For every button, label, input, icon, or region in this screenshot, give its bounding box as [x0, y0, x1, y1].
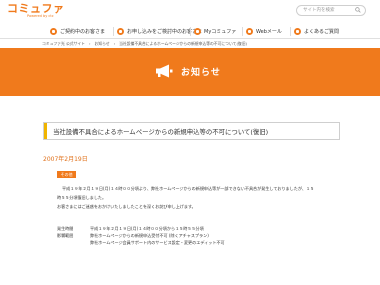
logo-text: コミュファ [7, 2, 65, 15]
article-title-box: 当社設備不具合によるホームページからの新規申込等の不可について(復旧) [43, 122, 340, 140]
detail-value: 弊社ホームページからの新規申込受付不可 (除くアチャスプラン) [90, 233, 209, 238]
global-nav: ご契約中のお客さま お申し込みをご検討中のお客さま Myコミュファ Webメール… [0, 24, 380, 39]
detail-value: 平成１９年２月１９日(月)１４時００分頃から１５時５５分頃 [90, 226, 204, 231]
mail-icon [246, 28, 253, 35]
detail-value: 弊社ホームページ会員サポート内のサービス設定・変更のエディット不可 [90, 240, 225, 245]
nav-item-label: Myコミュファ [204, 29, 237, 35]
nav-item-label: ご契約中のお客さま [60, 29, 106, 35]
site-header: コミュファ Powered by ctc サイト内を検索 [0, 0, 380, 24]
detail-label: 影響範囲 [57, 233, 74, 238]
article-title: 当社設備不具合によるホームページからの新規申込等の不可について(復旧) [53, 128, 269, 136]
title-accent-bar [44, 123, 47, 139]
article-paragraph-line: 時５５分頃復旧しました。 [57, 195, 107, 200]
nav-item-my-commufa[interactable]: Myコミュファ [194, 25, 236, 38]
nav-item-label: よくあるご質問 [304, 29, 340, 35]
detail-row-occurrence: 発生時間 平成１９年２月１９日(月)１４時００分頃から１５時５５分頃 [57, 226, 204, 232]
category-badge: その他 [57, 171, 76, 178]
page-title: お知らせ [181, 67, 221, 78]
commufa-logo[interactable]: コミュファ Powered by ctc [7, 3, 65, 19]
article-paragraph-line: 平成１９年２月１９日(月)１４時００分頃より、弊社ホームページからの新規申込等が… [62, 186, 315, 191]
nav-divider [190, 27, 191, 36]
detail-row-impact: 影響範囲 弊社ホームページからの新規申込受付不可 (除くアチャスプラン) [57, 233, 209, 239]
detail-label: 発生時間 [57, 226, 74, 231]
article-date: 2007年2月19日 [43, 156, 88, 163]
search-placeholder: サイト内を検索 [303, 8, 335, 13]
heart-icon [194, 28, 201, 35]
banner-heading: お知らせ [155, 64, 221, 78]
nav-item-faq[interactable]: よくあるご質問 [294, 25, 339, 38]
detail-row-impact-continued: 弊社ホームページ会員サポート内のサービス設定・変更のエディット不可 [57, 240, 225, 246]
search-input[interactable]: サイト内を検索 [296, 5, 366, 16]
article-paragraph-line: お客さまにはご迷惑をおかけいたしましたことを深くお詫び申し上げます。 [57, 204, 196, 209]
question-icon [294, 28, 301, 35]
nav-divider [113, 27, 114, 36]
nav-item-current-customers[interactable]: ご契約中のお客さま [50, 25, 105, 38]
application-icon [117, 28, 124, 35]
user-icon [50, 28, 57, 35]
megaphone-icon [156, 64, 173, 78]
search-icon[interactable] [355, 7, 361, 13]
nav-divider [242, 27, 243, 36]
page-banner: お知らせ [0, 48, 380, 96]
nav-item-label: Webメール [256, 29, 282, 35]
nav-divider [290, 27, 291, 36]
nav-item-webmail[interactable]: Webメール [246, 25, 282, 38]
